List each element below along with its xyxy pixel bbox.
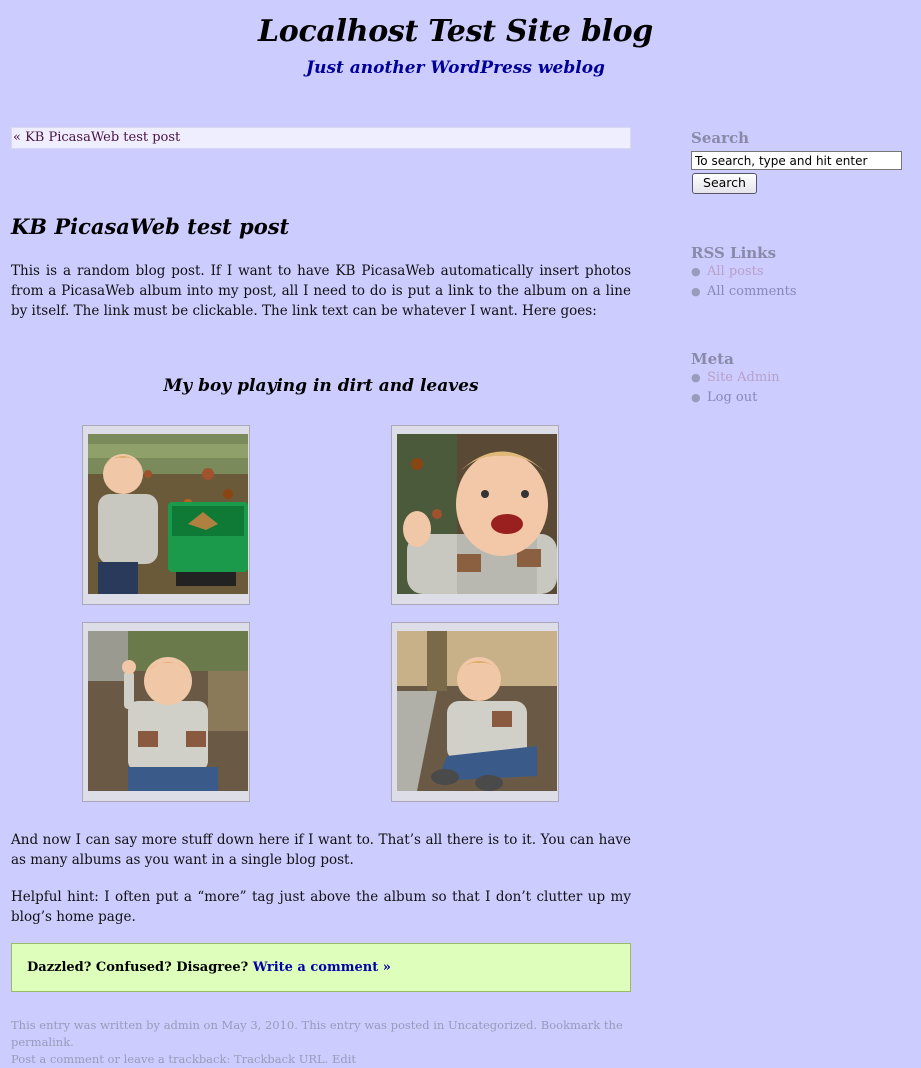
bullet-icon: ● xyxy=(691,285,701,298)
rss-links-list: ● All posts ● All comments xyxy=(691,262,797,302)
bullet-icon: ● xyxy=(691,371,701,384)
post-meta: This entry was written by admin on May 3… xyxy=(11,1017,641,1068)
all-comments-link[interactable]: All comments xyxy=(707,284,797,299)
comment-prompt-text: Dazzled? Confused? Disagree? xyxy=(27,960,249,975)
post-intro: This is a random blog post. If I want to… xyxy=(11,263,631,319)
meta-heading: Meta xyxy=(691,350,734,368)
write-comment-link[interactable]: Write a comment » xyxy=(253,960,391,975)
post-title: KB PicasaWeb test post xyxy=(11,214,290,239)
previous-post-nav: « KB PicasaWeb test post xyxy=(11,127,631,149)
meta-list: ● Site Admin ● Log out xyxy=(691,368,780,408)
search-button[interactable]: Search xyxy=(692,173,757,194)
album-photo-3[interactable] xyxy=(82,622,250,802)
comment-prompt-box: Dazzled? Confused? Disagree? Write a com… xyxy=(11,943,631,992)
search-heading: Search xyxy=(691,129,750,147)
list-item: ● All comments xyxy=(691,282,797,302)
site-title[interactable]: Localhost Test Site blog xyxy=(0,14,911,49)
post-meta-line-1[interactable]: This entry was written by admin on May 3… xyxy=(11,1017,641,1051)
previous-post-link[interactable]: « KB PicasaWeb test post xyxy=(12,130,180,145)
album-thumbnail-3[interactable] xyxy=(88,631,248,791)
log-out-link[interactable]: Log out xyxy=(707,390,757,405)
search-input[interactable] xyxy=(691,151,902,170)
bullet-icon: ● xyxy=(691,391,701,404)
album-thumbnail-4[interactable] xyxy=(397,631,557,791)
post-after-album: And now I can say more stuff down here i… xyxy=(11,832,631,868)
rss-links-heading: RSS Links xyxy=(691,244,777,262)
post-hint: Helpful hint: I often put a “more” tag j… xyxy=(11,889,631,925)
album-thumbnail-1[interactable] xyxy=(88,434,248,594)
album-photo-2[interactable] xyxy=(391,425,559,605)
album-title: My boy playing in dirt and leaves xyxy=(163,376,479,396)
site-description: Just another WordPress weblog xyxy=(306,58,605,78)
list-item: ● All posts xyxy=(691,262,797,282)
album-photo-4[interactable] xyxy=(391,622,559,802)
site-admin-link[interactable]: Site Admin xyxy=(707,370,780,385)
bullet-icon: ● xyxy=(691,265,701,278)
album-photo-1[interactable] xyxy=(82,425,250,605)
album-thumbnail-2[interactable] xyxy=(397,434,557,594)
post-meta-line-2[interactable]: Post a comment or leave a trackback: Tra… xyxy=(11,1051,641,1068)
all-posts-link[interactable]: All posts xyxy=(707,264,764,279)
list-item: ● Log out xyxy=(691,388,780,408)
list-item: ● Site Admin xyxy=(691,368,780,388)
